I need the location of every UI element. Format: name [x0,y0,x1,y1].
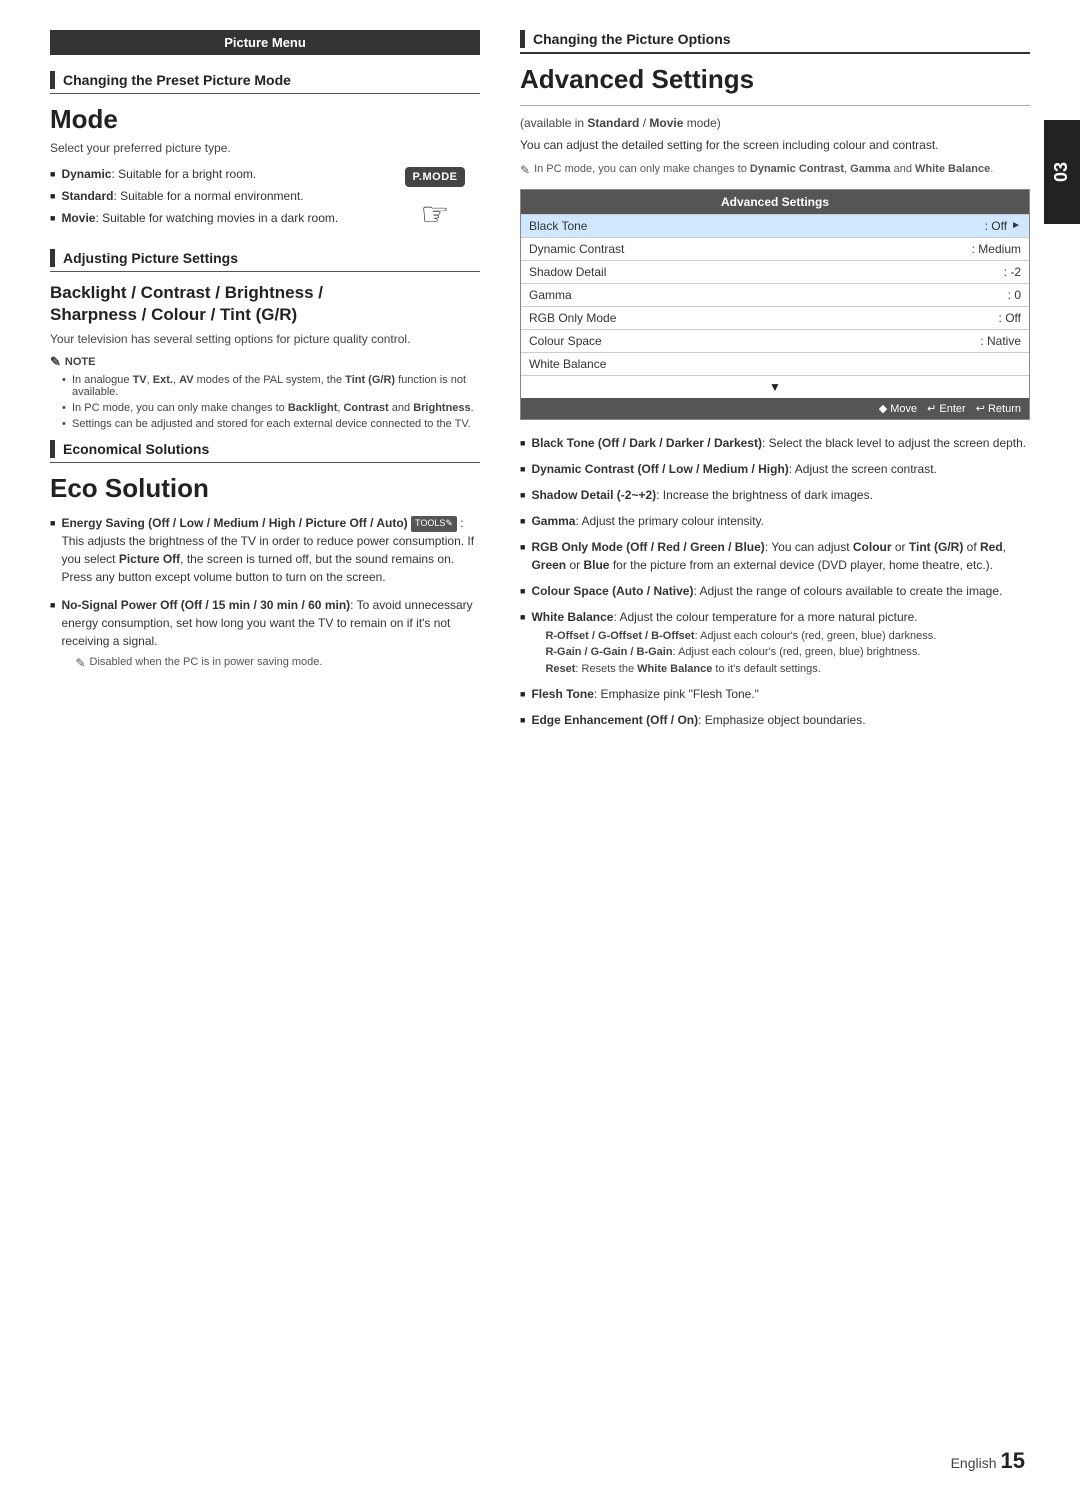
move-label: ◆ Move [879,402,917,415]
list-item: Dynamic Contrast (Off / Low / Medium / H… [520,460,1030,478]
down-arrow: ▼ [769,380,781,394]
pencil-icon: ✎ [520,162,530,179]
row-value: : Off [999,311,1021,325]
list-item: Movie: Suitable for watching movies in a… [50,211,380,225]
avail-text: (available in Standard / Movie mode) [520,116,1030,130]
side-tab: 03 Basic Features [1044,120,1080,224]
mode-list: Dynamic: Suitable for a bright room. Sta… [50,167,380,233]
mode-title: Mode [50,104,480,135]
desc-sub: R-Offset / G-Offset / B-Offset: Adjust e… [545,628,936,678]
table-row: RGB Only Mode : Off [521,306,1029,329]
section-title: Changing the Preset Picture Mode [63,72,291,88]
row-label: Dynamic Contrast [529,242,972,256]
table-row: Gamma : 0 [521,283,1029,306]
section-bar [50,249,55,267]
row-label: Black Tone [529,219,985,233]
mode-items: Dynamic: Suitable for a bright room. Sta… [50,167,380,225]
eco-title: Eco Solution [50,473,480,504]
row-label: Colour Space [529,334,980,348]
list-item: White Balance: Adjust the colour tempera… [520,608,1030,678]
list-item: Settings can be adjusted and stored for … [62,418,480,430]
desc-list: Black Tone (Off / Dark / Darker / Darkes… [520,434,1030,730]
table-header: Advanced Settings [521,190,1029,214]
eco-note: ✎ Disabled when the PC is in power savin… [61,654,480,672]
eco-list: Energy Saving (Off / Low / Medium / High… [50,514,480,672]
section-title: Adjusting Picture Settings [63,250,238,266]
note-box: ✎ NOTE In analogue TV, Ext., AV modes of… [50,354,480,430]
row-label: White Balance [529,357,1021,371]
row-value: : Off ► [985,219,1021,233]
backlight-desc: Your television has several setting opti… [50,332,480,346]
table-row: Dynamic Contrast : Medium [521,237,1029,260]
pmode-illustration: P.MODE ☞ [390,167,480,233]
section-preset-picture-mode: Changing the Preset Picture Mode [50,71,480,94]
mode-content: Dynamic: Suitable for a bright room. Sta… [50,167,480,233]
note-label: ✎ NOTE [50,354,480,370]
return-label: ↩ Return [976,402,1021,415]
section-bar [520,30,525,48]
mode-subtitle: Select your preferred picture type. [50,141,480,155]
note-icon: ✎ [50,354,61,370]
page-container: 03 Basic Features Picture Menu Changing … [0,0,1080,1494]
list-item: Colour Space (Auto / Native): Adjust the… [520,582,1030,600]
note-list: In analogue TV, Ext., AV modes of the PA… [50,374,480,430]
section-bar [50,440,55,458]
list-item: In analogue TV, Ext., AV modes of the PA… [62,374,480,398]
table-row: Shadow Detail : -2 [521,260,1029,283]
settings-table: Advanced Settings Black Tone : Off ► Dyn… [520,189,1030,420]
section-title: Economical Solutions [63,441,209,457]
table-row: Colour Space : Native [521,329,1029,352]
advanced-desc: You can adjust the detailed setting for … [520,136,1030,154]
list-item: Dynamic: Suitable for a bright room. [50,167,380,181]
section-economical: Economical Solutions [50,440,480,463]
chapter-number: 03 [1051,162,1072,182]
table-row: White Balance [521,352,1029,375]
section-picture-options: Changing the Picture Options [520,30,1030,54]
list-item: Gamma: Adjust the primary colour intensi… [520,512,1030,530]
picture-menu-header: Picture Menu [50,30,480,55]
section-adjusting-picture: Adjusting Picture Settings [50,249,480,272]
list-item: In PC mode, you can only make changes to… [62,402,480,414]
page-number: 15 [1001,1448,1025,1474]
row-value: : -2 [1004,265,1021,279]
list-item: Energy Saving (Off / Low / Medium / High… [50,514,480,586]
list-item: Black Tone (Off / Dark / Darker / Darkes… [520,434,1030,452]
section-bar [50,71,55,89]
row-value: : 0 [1008,288,1021,302]
list-item: Standard: Suitable for a normal environm… [50,189,380,203]
backlight-title: Backlight / Contrast / Brightness /Sharp… [50,282,480,326]
pc-note: ✎ In PC mode, you can only make changes … [520,162,1030,179]
section-title: Changing the Picture Options [533,31,731,47]
table-footer: ◆ Move ↵ Enter ↩ Return [521,398,1029,419]
list-item: No-Signal Power Off (Off / 15 min / 30 m… [50,596,480,672]
main-content: Picture Menu Changing the Preset Picture… [0,0,1080,1494]
tools-badge: TOOLS✎ [411,516,457,532]
left-column: Picture Menu Changing the Preset Picture… [50,30,510,1434]
pencil-icon: ✎ [75,654,85,672]
right-column: Changing the Picture Options Advanced Se… [510,30,1030,1434]
arrow-icon: ► [1011,220,1021,231]
list-item: Flesh Tone: Emphasize pink "Flesh Tone." [520,685,1030,703]
list-item: Shadow Detail (-2~+2): Increase the brig… [520,486,1030,504]
hand-icon: ☞ [390,195,480,233]
advanced-title: Advanced Settings [520,64,1030,95]
table-row: ▼ [521,375,1029,398]
row-value: : Medium [972,242,1021,256]
chapter-label: Basic Features [1035,132,1047,212]
pmode-button: P.MODE [405,167,466,187]
row-label: Shadow Detail [529,265,1004,279]
list-item: RGB Only Mode (Off / Red / Green / Blue)… [520,538,1030,574]
row-label: RGB Only Mode [529,311,999,325]
enter-label: ↵ Enter [927,402,966,415]
divider [520,105,1030,106]
table-row: Black Tone : Off ► [521,214,1029,237]
list-item: Edge Enhancement (Off / On): Emphasize o… [520,711,1030,729]
language-label: English [951,1455,997,1471]
page-footer: English 15 [951,1448,1025,1474]
row-value: : Native [980,334,1021,348]
row-label: Gamma [529,288,1008,302]
